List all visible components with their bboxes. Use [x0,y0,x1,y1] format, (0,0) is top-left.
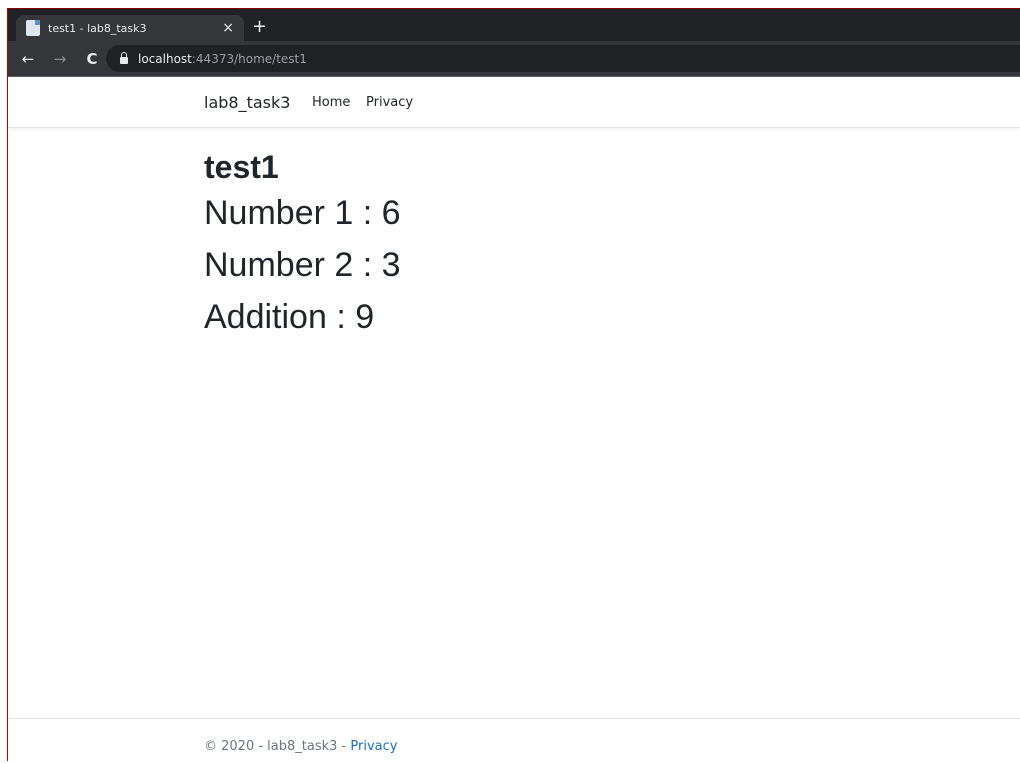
url-path: :44373/home/test1 [191,51,307,66]
forward-arrow-icon[interactable]: → [48,50,72,68]
new-tab-icon[interactable]: + [252,18,267,36]
tab-strip: test1 - lab8_task3 × + [8,9,1020,41]
reload-icon[interactable]: C [80,50,104,68]
lock-icon[interactable] [120,52,128,64]
navbar-brand[interactable]: lab8_task3 [204,93,290,112]
browser-tab[interactable]: test1 - lab8_task3 × [16,15,244,41]
tab-title: test1 - lab8_task3 [48,21,147,35]
browser-window: test1 - lab8_task3 × + ← → C localhost:4… [7,8,1020,761]
url-host: localhost [138,51,192,66]
close-icon[interactable]: × [222,21,234,35]
main-content: test1 Number 1 : 6 Number 2 : 3 Addition… [204,147,401,343]
page-title: test1 [204,149,279,185]
footer-privacy-link[interactable]: Privacy [350,739,397,754]
nav-link-privacy[interactable]: Privacy [366,95,413,110]
site-navbar: lab8_task3 Home Privacy [8,77,1020,128]
addition-text: Addition : 9 [204,298,375,336]
footer-text: © 2020 - lab8_task3 - Privacy [204,739,397,754]
back-arrow-icon[interactable]: ← [16,50,40,68]
site-footer: © 2020 - lab8_task3 - Privacy [8,718,1020,763]
number2-text: Number 2 : 3 [204,246,401,284]
number1-text: Number 1 : 6 [204,194,401,232]
browser-toolbar: ← → C localhost:44373/home/test1 [8,41,1020,76]
copyright-text: © 2020 - lab8_task3 - [204,739,351,754]
page-favicon-icon [26,20,40,36]
url-text[interactable]: localhost:44373/home/test1 [138,52,307,66]
nav-link-home[interactable]: Home [312,95,350,110]
address-bar[interactable]: localhost:44373/home/test1 [106,45,1020,72]
